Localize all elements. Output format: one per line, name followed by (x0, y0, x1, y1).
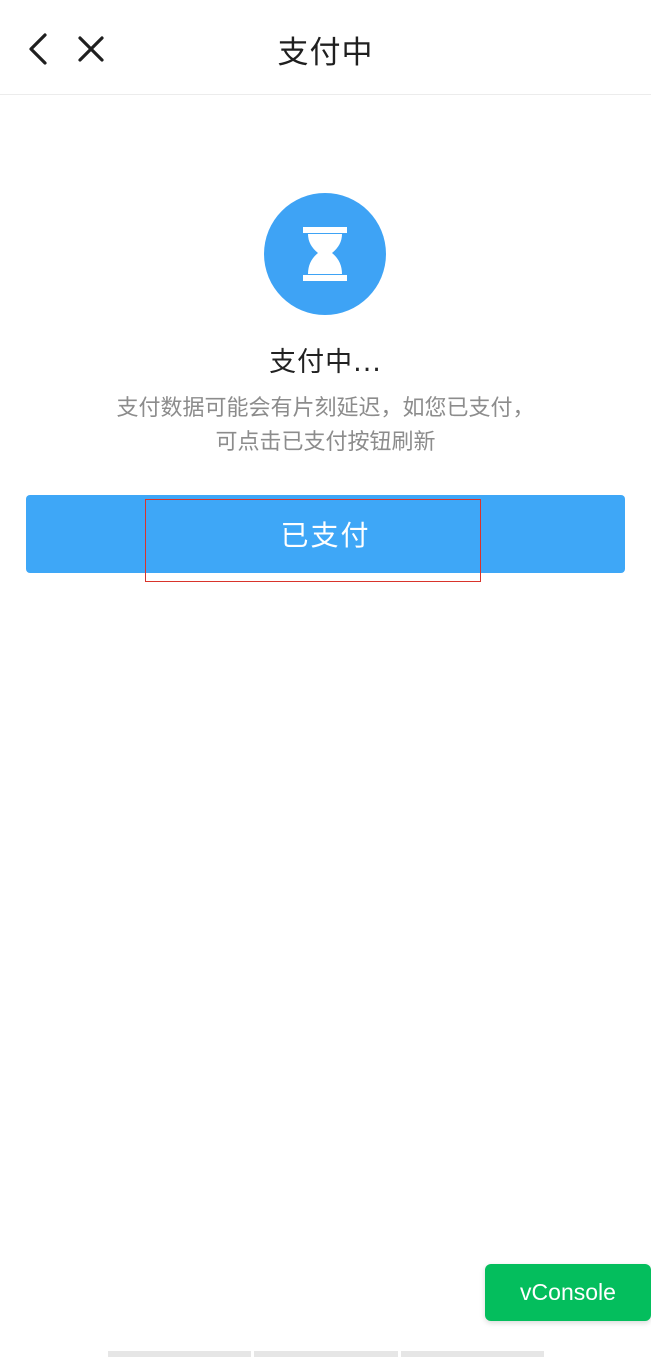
page-title: 支付中 (277, 35, 374, 71)
payment-page: 支付中 支付中... 支付数据可能会有片刻延迟，如您已支付， 可点击已支付按钮刷… (0, 0, 651, 1357)
status-title: 支付中... (269, 347, 382, 378)
navigation-bar: 支付中 (0, 0, 651, 95)
bottom-bar-segment (254, 1351, 398, 1357)
bottom-bar (108, 1351, 544, 1357)
hourglass-icon (303, 227, 347, 281)
status-description: 支付数据可能会有片刻延迟，如您已支付， 可点击已支付按钮刷新 (60, 392, 591, 460)
status-description-line: 可点击已支付按钮刷新 (215, 430, 436, 455)
paid-button[interactable]: 已支付 (26, 495, 625, 573)
vconsole-button[interactable]: vConsole (485, 1264, 651, 1321)
status-icon-circle (264, 193, 386, 315)
bottom-bar-segment (400, 1351, 544, 1357)
status-description-line: 支付数据可能会有片刻延迟，如您已支付， (116, 396, 535, 421)
bottom-bar-segment (108, 1351, 252, 1357)
